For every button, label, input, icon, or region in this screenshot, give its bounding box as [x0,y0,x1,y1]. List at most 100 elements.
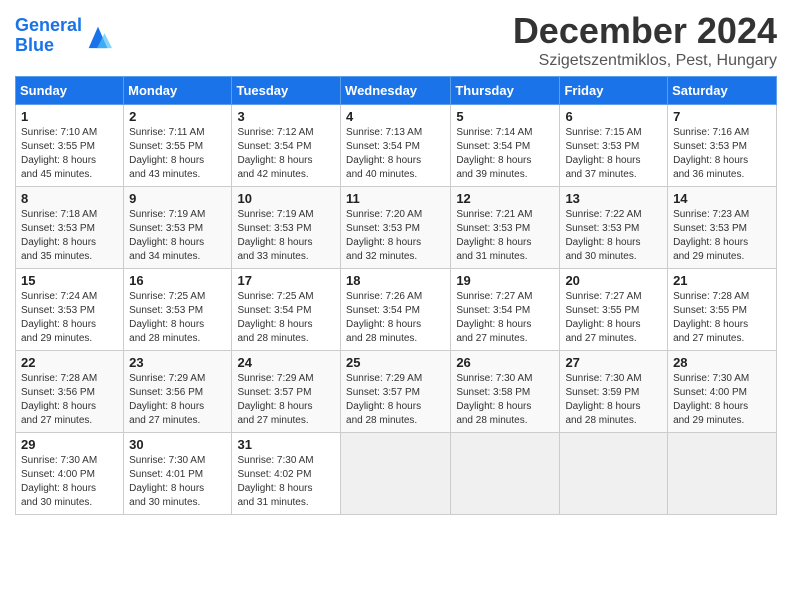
day-number: 1 [21,109,118,124]
day-info: Sunrise: 7:27 AM Sunset: 3:55 PM Dayligh… [565,290,662,346]
day-info: Sunrise: 7:18 AM Sunset: 3:53 PM Dayligh… [21,208,118,264]
day-info: Sunrise: 7:13 AM Sunset: 3:54 PM Dayligh… [346,126,445,182]
day-number: 18 [346,273,445,288]
day-cell-8: 8 Sunrise: 7:18 AM Sunset: 3:53 PM Daylig… [16,187,124,269]
header-day-tuesday: Tuesday [232,77,341,105]
day-cell-13: 13Sunrise: 7:22 AM Sunset: 3:53 PM Dayli… [560,187,668,269]
week-row-2: 8 Sunrise: 7:18 AM Sunset: 3:53 PM Daylig… [16,187,777,269]
day-info: Sunrise: 7:20 AM Sunset: 3:53 PM Dayligh… [346,208,445,264]
day-number: 13 [565,191,662,206]
day-number: 9 [129,191,226,206]
empty-cell [668,433,777,515]
day-number: 11 [346,191,445,206]
day-cell-3: 3 Sunrise: 7:12 AM Sunset: 3:54 PM Daylig… [232,105,341,187]
day-number: 19 [456,273,554,288]
day-number: 26 [456,355,554,370]
day-cell-24: 24 Sunrise: 7:29 AM Sunset: 3:57 PM Dayli… [232,351,341,433]
day-cell-28: 28 Sunrise: 7:30 AM Sunset: 4:00 PM Dayli… [668,351,777,433]
day-info: Sunrise: 7:15 AM Sunset: 3:53 PM Dayligh… [565,126,662,182]
empty-cell [560,433,668,515]
day-cell-2: 2 Sunrise: 7:11 AM Sunset: 3:55 PM Daylig… [124,105,232,187]
day-info: Sunrise: 7:19 AM Sunset: 3:53 PM Dayligh… [237,208,335,264]
day-info: Sunrise: 7:16 AM Sunset: 3:53 PM Dayligh… [673,126,771,182]
day-info: Sunrise: 7:29 AM Sunset: 3:56 PM Dayligh… [129,372,226,428]
header-day-friday: Friday [560,77,668,105]
day-info: Sunrise: 7:30 AM Sunset: 4:01 PM Dayligh… [129,454,226,510]
day-number: 23 [129,355,226,370]
day-cell-30: 30 Sunrise: 7:30 AM Sunset: 4:01 PM Dayli… [124,433,232,515]
day-info: Sunrise: 7:25 AM Sunset: 3:53 PM Dayligh… [129,290,226,346]
day-number: 24 [237,355,335,370]
day-cell-20: 20 Sunrise: 7:27 AM Sunset: 3:55 PM Dayli… [560,269,668,351]
day-cell-1: 1 Sunrise: 7:10 AM Sunset: 3:55 PM Daylig… [16,105,124,187]
day-info: Sunrise: 7:29 AM Sunset: 3:57 PM Dayligh… [237,372,335,428]
day-info: Sunrise: 7:11 AM Sunset: 3:55 PM Dayligh… [129,126,226,182]
page-header: General Blue December 2024 Szigetszentmi… [15,10,777,70]
day-info: Sunrise: 7:29 AM Sunset: 3:57 PM Dayligh… [346,372,445,428]
day-cell-5: 5 Sunrise: 7:14 AM Sunset: 3:54 PM Daylig… [451,105,560,187]
header-day-thursday: Thursday [451,77,560,105]
day-info: Sunrise: 7:12 AM Sunset: 3:54 PM Dayligh… [237,126,335,182]
day-info: Sunrise: 7:28 AM Sunset: 3:56 PM Dayligh… [21,372,118,428]
day-cell-19: 19 Sunrise: 7:27 AM Sunset: 3:54 PM Dayli… [451,269,560,351]
day-info: Sunrise: 7:28 AM Sunset: 3:55 PM Dayligh… [673,290,771,346]
week-row-4: 22 Sunrise: 7:28 AM Sunset: 3:56 PM Dayli… [16,351,777,433]
logo: General Blue [15,16,112,56]
day-number: 17 [237,273,335,288]
day-cell-6: 6 Sunrise: 7:15 AM Sunset: 3:53 PM Daylig… [560,105,668,187]
day-cell-22: 22 Sunrise: 7:28 AM Sunset: 3:56 PM Dayli… [16,351,124,433]
day-info: Sunrise: 7:25 AM Sunset: 3:54 PM Dayligh… [237,290,335,346]
logo-text: General Blue [15,16,82,56]
day-number: 12 [456,191,554,206]
week-row-3: 15 Sunrise: 7:24 AM Sunset: 3:53 PM Dayli… [16,269,777,351]
logo-icon [84,22,112,50]
day-cell-23: 23 Sunrise: 7:29 AM Sunset: 3:56 PM Dayli… [124,351,232,433]
day-info: Sunrise: 7:21 AM Sunset: 3:53 PM Dayligh… [456,208,554,264]
day-number: 30 [129,437,226,452]
header-day-wednesday: Wednesday [341,77,451,105]
day-number: 31 [237,437,335,452]
day-cell-21: 21 Sunrise: 7:28 AM Sunset: 3:55 PM Dayli… [668,269,777,351]
day-number: 20 [565,273,662,288]
day-cell-15: 15 Sunrise: 7:24 AM Sunset: 3:53 PM Dayli… [16,269,124,351]
empty-cell [341,433,451,515]
month-title: December 2024 [513,10,777,52]
day-cell-17: 17 Sunrise: 7:25 AM Sunset: 3:54 PM Dayli… [232,269,341,351]
day-cell-7: 7Sunrise: 7:16 AM Sunset: 3:53 PM Daylig… [668,105,777,187]
day-info: Sunrise: 7:19 AM Sunset: 3:53 PM Dayligh… [129,208,226,264]
day-number: 28 [673,355,771,370]
day-number: 29 [21,437,118,452]
day-number: 2 [129,109,226,124]
day-info: Sunrise: 7:30 AM Sunset: 3:59 PM Dayligh… [565,372,662,428]
day-info: Sunrise: 7:24 AM Sunset: 3:53 PM Dayligh… [21,290,118,346]
day-info: Sunrise: 7:30 AM Sunset: 3:58 PM Dayligh… [456,372,554,428]
day-number: 4 [346,109,445,124]
day-number: 5 [456,109,554,124]
day-number: 3 [237,109,335,124]
calendar-body: 1 Sunrise: 7:10 AM Sunset: 3:55 PM Daylig… [16,105,777,515]
header-day-monday: Monday [124,77,232,105]
day-number: 6 [565,109,662,124]
day-info: Sunrise: 7:14 AM Sunset: 3:54 PM Dayligh… [456,126,554,182]
day-number: 8 [21,191,118,206]
day-info: Sunrise: 7:30 AM Sunset: 4:02 PM Dayligh… [237,454,335,510]
day-number: 22 [21,355,118,370]
empty-cell [451,433,560,515]
header-day-sunday: Sunday [16,77,124,105]
day-info: Sunrise: 7:26 AM Sunset: 3:54 PM Dayligh… [346,290,445,346]
day-cell-31: 31 Sunrise: 7:30 AM Sunset: 4:02 PM Dayli… [232,433,341,515]
calendar-header-row: SundayMondayTuesdayWednesdayThursdayFrid… [16,77,777,105]
day-info: Sunrise: 7:30 AM Sunset: 4:00 PM Dayligh… [21,454,118,510]
day-info: Sunrise: 7:30 AM Sunset: 4:00 PM Dayligh… [673,372,771,428]
day-info: Sunrise: 7:23 AM Sunset: 3:53 PM Dayligh… [673,208,771,264]
day-number: 21 [673,273,771,288]
day-number: 25 [346,355,445,370]
day-cell-18: 18 Sunrise: 7:26 AM Sunset: 3:54 PM Dayli… [341,269,451,351]
calendar-table: SundayMondayTuesdayWednesdayThursdayFrid… [15,76,777,515]
day-number: 15 [21,273,118,288]
day-cell-11: 11 Sunrise: 7:20 AM Sunset: 3:53 PM Dayli… [341,187,451,269]
title-area: December 2024 Szigetszentmiklos, Pest, H… [513,10,777,70]
day-info: Sunrise: 7:10 AM Sunset: 3:55 PM Dayligh… [21,126,118,182]
day-cell-14: 14Sunrise: 7:23 AM Sunset: 3:53 PM Dayli… [668,187,777,269]
day-info: Sunrise: 7:27 AM Sunset: 3:54 PM Dayligh… [456,290,554,346]
